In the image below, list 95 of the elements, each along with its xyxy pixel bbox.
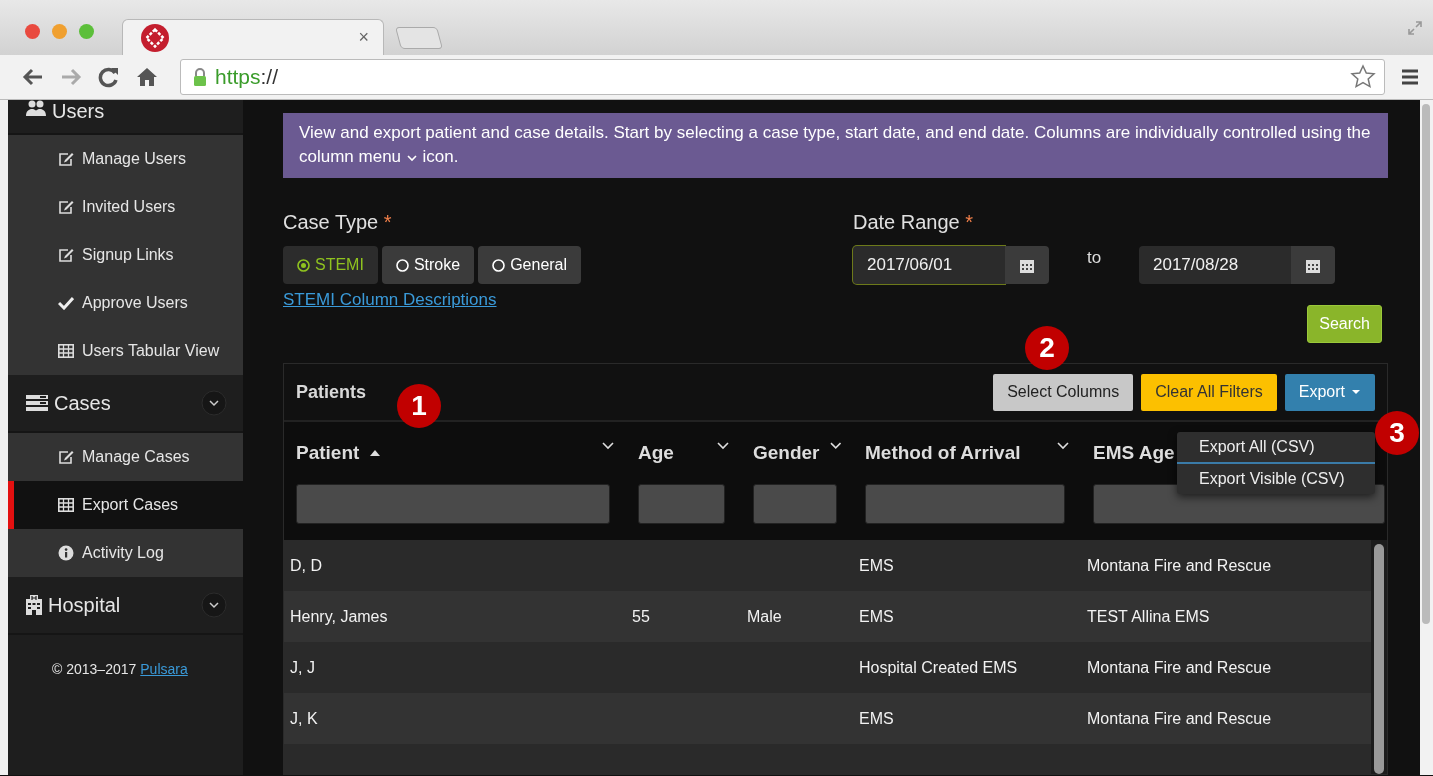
- case-type-option[interactable]: General: [478, 246, 582, 284]
- column-menu-icon[interactable]: [602, 442, 614, 450]
- address-field[interactable]: https://: [180, 59, 1385, 95]
- sidebar-section[interactable]: Hospital: [8, 577, 243, 635]
- column-menu-icon[interactable]: [717, 442, 729, 450]
- column-header[interactable]: Method of Arrival: [865, 442, 1021, 464]
- table-cell: J, J: [290, 658, 315, 676]
- table-cell: EMS: [859, 709, 894, 727]
- panel-title: Patients: [296, 381, 367, 403]
- favicon-icon: [141, 23, 169, 52]
- to-label: to: [1085, 248, 1103, 268]
- hospital-icon: [26, 595, 42, 615]
- table-cell: Hospital Created EMS: [859, 658, 1018, 676]
- edit-icon: [58, 199, 74, 215]
- filter-field[interactable]: [753, 484, 837, 524]
- required-mark: *: [383, 211, 392, 233]
- column-header[interactable]: Patient: [296, 442, 360, 464]
- table-cell: TEST Allina EMS: [1087, 607, 1210, 625]
- calendar-icon: [1306, 257, 1320, 273]
- table-cell: EMS: [859, 607, 894, 625]
- tray-icon: [26, 394, 48, 412]
- toolbar-button[interactable]: Export: [1284, 373, 1375, 411]
- start-date-field[interactable]: 2017/06/01: [853, 246, 1005, 284]
- filter-field[interactable]: [296, 484, 610, 524]
- menu-icon[interactable]: [1401, 68, 1419, 86]
- table-cell: Montana Fire and Rescue: [1087, 709, 1272, 727]
- end-date-field[interactable]: 2017/08/28: [1139, 246, 1291, 284]
- chevron-down-icon: [405, 154, 418, 162]
- home-icon[interactable]: [136, 66, 158, 88]
- menu-item[interactable]: Export All (CSV): [1177, 432, 1375, 464]
- back-icon[interactable]: [22, 67, 44, 87]
- table-cell: Montana Fire and Rescue: [1087, 658, 1272, 676]
- column-menu-icon[interactable]: [1057, 442, 1069, 450]
- toolbar-button[interactable]: Clear All Filters: [1141, 373, 1277, 411]
- info-banner: View and export patient and case details. Start by selecting a case type, start date, and end date. Columns are individually controlled using the column menu icon.: [283, 113, 1388, 178]
- calendar-button[interactable]: [1005, 246, 1049, 284]
- chevron-down-icon[interactable]: [201, 390, 227, 416]
- calendar-icon: [1020, 257, 1034, 273]
- table-icon: [58, 344, 74, 358]
- table-cell: Montana Fire and Rescue: [1087, 556, 1272, 574]
- caret-icon: [1351, 389, 1361, 395]
- sidebar-item[interactable]: Export Cases: [8, 481, 243, 529]
- edit-icon: [58, 247, 74, 263]
- date-range-label: Date Range: [853, 211, 960, 233]
- page-scrollbar[interactable]: [1420, 100, 1433, 775]
- case-type-option[interactable]: STEMI: [283, 246, 378, 284]
- table-cell: Male: [747, 607, 782, 625]
- column-header[interactable]: EMS Age: [1093, 442, 1175, 464]
- info-icon: [58, 545, 74, 561]
- sidebar-item[interactable]: Users Tabular View: [8, 327, 243, 375]
- annotation-badge: 2: [1025, 326, 1069, 370]
- radio-icon: [395, 258, 409, 272]
- column-header[interactable]: Age: [638, 442, 674, 464]
- bookmark-star-icon[interactable]: [1350, 64, 1376, 90]
- sidebar-item[interactable]: Manage Cases: [8, 433, 243, 481]
- lock-icon: [193, 67, 207, 87]
- check-icon: [58, 296, 74, 310]
- column-header[interactable]: Gender: [753, 442, 820, 464]
- edit-icon: [58, 449, 74, 465]
- required-mark: *: [965, 211, 974, 233]
- calendar-button[interactable]: [1291, 246, 1335, 284]
- radio-icon: [492, 258, 506, 272]
- table-cell: D, D: [290, 556, 322, 574]
- close-window-icon[interactable]: [25, 24, 40, 39]
- company-link[interactable]: Pulsara: [140, 661, 188, 677]
- chevron-down-icon[interactable]: [201, 592, 227, 618]
- toolbar-button[interactable]: Select Columns: [993, 373, 1134, 411]
- case-type-label: Case Type: [283, 211, 379, 233]
- case-type-option[interactable]: Stroke: [381, 246, 475, 284]
- sidebar-item[interactable]: Invited Users: [8, 183, 243, 231]
- sort-ascending-icon[interactable]: [369, 449, 382, 457]
- radio-icon: [297, 258, 310, 272]
- filter-field[interactable]: [865, 484, 1065, 524]
- table-cell: Henry, James: [290, 607, 388, 625]
- filter-field[interactable]: [638, 484, 725, 524]
- column-menu-icon[interactable]: [829, 442, 841, 450]
- sidebar-item[interactable]: Manage Users: [8, 135, 243, 183]
- sidebar-item[interactable]: Activity Log: [8, 529, 243, 577]
- users-icon: [26, 100, 46, 116]
- table-cell: 55: [632, 607, 650, 625]
- browser-tab[interactable]: ×: [122, 19, 384, 55]
- table-cell: J, K: [290, 709, 318, 727]
- menu-item[interactable]: Export Visible (CSV): [1177, 464, 1375, 494]
- edit-icon: [58, 151, 74, 167]
- close-tab-button[interactable]: ×: [358, 27, 369, 48]
- table-cell: EMS: [859, 556, 894, 574]
- reload-icon[interactable]: [98, 66, 120, 88]
- table-icon: [58, 498, 74, 512]
- resize-icon[interactable]: [1407, 20, 1423, 36]
- column-descriptions-link[interactable]: STEMI Column Descriptions: [283, 290, 497, 310]
- annotation-badge: 3: [1375, 411, 1419, 455]
- scrollbar[interactable]: [1371, 540, 1387, 774]
- sidebar-item[interactable]: Approve Users: [8, 279, 243, 327]
- sidebar-item[interactable]: Signup Links: [8, 231, 243, 279]
- copyright-text: © 2013–2017: [52, 661, 137, 677]
